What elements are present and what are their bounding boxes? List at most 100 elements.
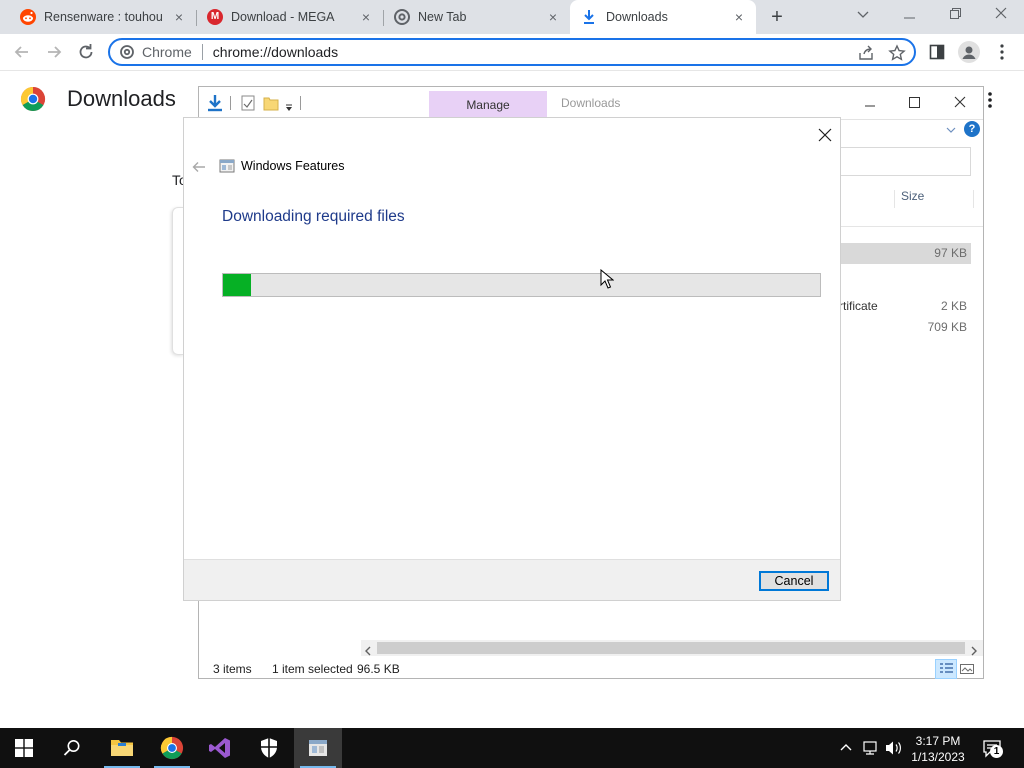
menu-dots-icon[interactable]	[994, 43, 1010, 61]
omnibox-url: chrome://downloads	[212, 44, 339, 60]
forward-icon[interactable]	[44, 42, 64, 62]
minimize-icon[interactable]	[886, 0, 932, 30]
chrome-icon	[160, 736, 184, 760]
tab-title: Downloads	[606, 10, 668, 24]
bookmark-star-icon[interactable]	[888, 44, 906, 62]
cancel-button[interactable]: Cancel	[759, 571, 829, 591]
tab-search-icon[interactable]	[840, 0, 886, 30]
qat-divider	[230, 96, 231, 110]
taskbar-visual-studio[interactable]	[196, 728, 244, 768]
status-selection-size: 96.5 KB	[357, 662, 400, 676]
shield-icon	[261, 738, 277, 758]
tab-title: New Tab	[418, 10, 467, 24]
clock-time: 3:17 PM	[915, 734, 961, 748]
status-selection: 1 item selected	[272, 662, 353, 676]
progress-bar-fill	[223, 274, 252, 296]
side-panel-icon[interactable]	[929, 44, 945, 60]
download-card	[172, 207, 184, 355]
close-icon[interactable]	[937, 95, 983, 111]
column-divider	[894, 190, 895, 208]
close-window-icon[interactable]	[978, 0, 1024, 30]
windows-features-dialog: Windows Features Downloading required fi…	[184, 118, 840, 600]
taskbar-security[interactable]	[245, 728, 293, 768]
visual-studio-icon	[209, 738, 230, 758]
taskbar-windows-features[interactable]	[294, 728, 342, 768]
address-bar[interactable]: Chrome chrome://downloads	[108, 38, 916, 66]
dialog-footer: Cancel	[184, 559, 840, 600]
mega-icon: M	[207, 9, 223, 25]
windows-logo-icon	[15, 739, 33, 757]
scroll-left-icon[interactable]	[361, 643, 375, 656]
close-icon[interactable]: ×	[546, 10, 560, 24]
mouse-cursor-icon	[600, 268, 615, 289]
tab-title: Download - MEGA	[231, 10, 335, 24]
profile-avatar[interactable]	[958, 41, 980, 63]
reload-icon[interactable]	[76, 42, 96, 62]
maximize-icon[interactable]	[891, 95, 937, 111]
file-type: rtificate	[839, 299, 878, 313]
properties-icon[interactable]	[241, 95, 255, 111]
chrome-icon	[394, 9, 410, 25]
close-icon[interactable]: ×	[359, 10, 373, 24]
close-icon[interactable]	[818, 128, 832, 142]
status-item-count: 3 items	[213, 662, 252, 676]
taskbar-chrome[interactable]	[148, 728, 196, 768]
tab-reddit[interactable]: Rensenware : touhou ×	[10, 0, 196, 34]
tab-mega[interactable]: M Download - MEGA ×	[197, 0, 383, 34]
column-header-size[interactable]: Size	[901, 189, 924, 203]
page-title: Downloads	[67, 86, 176, 111]
help-icon[interactable]: ?	[964, 121, 980, 137]
omnibox-divider	[201, 44, 203, 60]
page-menu-icon[interactable]	[988, 91, 992, 109]
search-icon	[63, 740, 80, 756]
download-progress-bar	[222, 273, 821, 297]
new-tab-icon[interactable]: +	[766, 7, 788, 28]
details-view-icon[interactable]	[935, 659, 957, 679]
explorer-window-title: Downloads	[561, 96, 621, 110]
search-button[interactable]	[48, 728, 96, 768]
new-folder-icon[interactable]	[263, 95, 279, 111]
clock-date: 1/13/2023	[911, 750, 965, 764]
expand-ribbon-icon[interactable]	[945, 123, 957, 135]
dialog-title: Windows Features	[241, 159, 345, 173]
start-button[interactable]	[0, 728, 48, 768]
tab-downloads[interactable]: Downloads ×	[570, 0, 756, 34]
chrome-logo-icon	[20, 86, 46, 112]
share-icon[interactable]	[858, 45, 874, 61]
taskbar-file-explorer[interactable]	[98, 728, 146, 768]
file-size: 97 KB	[934, 246, 967, 260]
network-icon[interactable]	[862, 740, 880, 756]
qat-dropdown-icon[interactable]	[285, 99, 293, 111]
scroll-right-icon[interactable]	[967, 643, 981, 656]
volume-icon[interactable]	[885, 740, 903, 756]
header-separator	[839, 226, 983, 227]
column-divider	[973, 190, 974, 208]
system-clock[interactable]: 3:17 PM 1/13/2023	[904, 733, 972, 765]
file-size: 2 KB	[940, 299, 967, 313]
search-box[interactable]	[839, 147, 971, 176]
download-icon	[582, 9, 596, 25]
restore-icon[interactable]	[932, 0, 978, 30]
tab-title: Rensenware : touhou	[44, 10, 163, 24]
omnibox-origin: Chrome	[142, 44, 192, 60]
ribbon-tab-manage[interactable]: Manage	[429, 91, 547, 120]
qat-divider	[300, 96, 301, 110]
tab-new-tab[interactable]: New Tab ×	[384, 0, 570, 34]
folder-icon	[111, 740, 133, 756]
scrollbar-thumb[interactable]	[377, 642, 965, 654]
windows-features-icon	[309, 740, 327, 756]
file-size: 709 KB	[927, 320, 967, 334]
chrome-icon	[120, 45, 134, 59]
back-icon[interactable]	[12, 42, 32, 62]
show-hidden-icons[interactable]	[839, 741, 853, 755]
notifications-button[interactable]: 1	[983, 739, 1005, 759]
back-arrow-icon[interactable]	[192, 160, 206, 172]
close-icon[interactable]: ×	[172, 10, 186, 24]
download-folder-icon	[205, 93, 225, 113]
minimize-icon[interactable]	[847, 89, 893, 117]
close-icon[interactable]: ×	[732, 10, 746, 24]
windows-features-icon	[219, 158, 235, 174]
large-icons-view-icon[interactable]	[959, 661, 975, 677]
dialog-heading: Downloading required files	[222, 208, 405, 225]
reddit-icon	[20, 9, 36, 25]
